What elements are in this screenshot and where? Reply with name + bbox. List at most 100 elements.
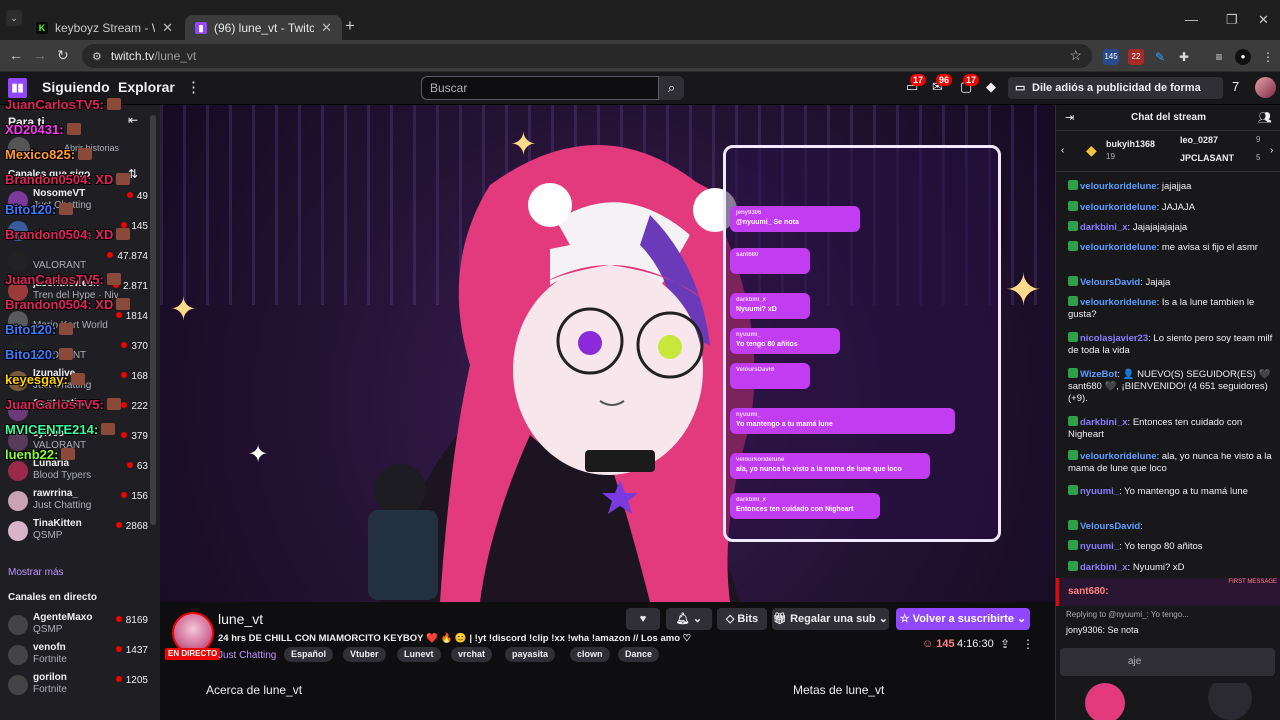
chat-username[interactable]: nyuumi_	[1080, 541, 1119, 552]
bubble-user: nyuumi_	[736, 332, 761, 338]
more-options-icon[interactable]: ⋮	[1022, 637, 1034, 651]
chat-input[interactable]: aje	[1060, 648, 1275, 676]
chat-username[interactable]: WizeBot	[1080, 369, 1117, 380]
sort-icon[interactable]: ⇅	[128, 167, 138, 181]
browser-menu-icon[interactable]: ⋮	[1260, 49, 1276, 65]
twitch-logo-icon[interactable]: ▮▮	[8, 78, 27, 98]
leaderboard-next-icon[interactable]: ›	[1270, 145, 1273, 156]
bits-button[interactable]: ◇ Bits	[717, 608, 767, 630]
media-control-icon[interactable]: ≡	[1211, 49, 1227, 65]
share-icon[interactable]: ⇪	[1000, 637, 1010, 651]
turbo-promo-button[interactable]: ▭Dile adiós a publicidad de forma gratui…	[1008, 77, 1223, 116]
site-info-icon[interactable]: ⚙	[92, 50, 102, 63]
profile-avatar-icon[interactable]: ●	[1235, 49, 1251, 65]
browser-tab-keyboyz[interactable]: K keyboyz Stream - Watch Liv ✕	[26, 15, 183, 40]
open-stories-link[interactable]: Abrir historias	[64, 143, 119, 153]
bookmark-star-icon[interactable]: ☆	[1069, 47, 1082, 64]
search-icon[interactable]: ⌕	[659, 76, 684, 100]
followed-channel[interactable]: Izunalive Just Chatting 168	[0, 367, 150, 395]
channel-viewers: 379	[121, 431, 148, 442]
chat-message: velourkoridelune: Is a la lune tambien l…	[1068, 296, 1255, 320]
chat-username[interactable]: darkbini_x	[1080, 417, 1128, 428]
stream-category-link[interactable]: Just Chatting	[218, 650, 276, 661]
extension-icon[interactable]: ✎	[1152, 49, 1168, 65]
chat-message: nicolasjavier23: Lo siento pero soy team…	[1068, 332, 1273, 356]
stream-tag[interactable]: Vtuber	[343, 647, 386, 662]
chat-username[interactable]: velourkoridelune	[1080, 242, 1157, 253]
close-tab-icon[interactable]: ✕	[321, 20, 332, 36]
chat-username[interactable]: nicolasjavier23	[1080, 333, 1148, 344]
minimize-icon[interactable]: —	[1185, 12, 1198, 27]
live-channel[interactable]: venofn Fortnite 1437	[0, 641, 150, 669]
chat-username[interactable]: darkbini_x	[1080, 222, 1128, 233]
chat-username[interactable]: VeloursDavid	[1080, 521, 1140, 532]
chat-username[interactable]: VeloursDavid	[1080, 277, 1140, 288]
reload-icon[interactable]: ↻	[57, 47, 69, 64]
chat-username[interactable]: nyuumi_	[1080, 486, 1119, 497]
followed-channel[interactable]: rawrrina_ Just Chatting 156	[0, 487, 150, 515]
followed-channel[interactable]: jasontheween Tren del Hype · Nive 2.871	[0, 277, 150, 305]
followed-channel[interactable]: VALORANT 370	[0, 337, 150, 365]
followed-channel[interactable]: Conterstine 222	[0, 397, 150, 425]
chat-username[interactable]: velourkoridelune	[1080, 181, 1157, 192]
user-avatar[interactable]	[1255, 77, 1276, 98]
bits-icon[interactable]: ◆	[986, 79, 996, 95]
channel-name[interactable]: lune_vt	[218, 611, 263, 627]
video-player[interactable]: ✦ ✦ ✦ ✦ jeny9306 @nyuumi_ Se nota sant680 d…	[160, 105, 1055, 602]
followed-channel[interactable]: Mario Kart World 1814	[0, 307, 150, 335]
followed-channel[interactable]: Just Chatting 145	[0, 217, 150, 245]
stream-tag[interactable]: clown	[570, 647, 610, 662]
stream-tag[interactable]: Español	[284, 647, 334, 662]
followed-channel[interactable]: Lunaria Blood Typers 63	[0, 457, 150, 485]
leaderboard-prev-icon[interactable]: ‹	[1061, 145, 1064, 156]
close-tab-icon[interactable]: ✕	[162, 20, 173, 36]
stream-tag[interactable]: Dance	[618, 647, 660, 662]
community-icon[interactable]: 👥︎	[1258, 111, 1272, 124]
nav-browse-link[interactable]: Explorar	[118, 79, 175, 95]
live-channel[interactable]: AgenteMaxo QSMP 8169	[0, 611, 150, 639]
channel-game: Fortnite	[33, 654, 67, 665]
resubscribe-button[interactable]: ☆ Volver a suscribirte ⌄	[896, 608, 1030, 630]
browser-tab-lune-vt[interactable]: ▮ (96) lune_vt - Twitch ✕	[185, 15, 342, 40]
followed-channel[interactable]: NosomeVT Just Chatting 49	[0, 187, 150, 215]
gift-sub-button[interactable]: 🎁︎ Regalar una sub ⌄	[772, 608, 889, 630]
extensions-puzzle-icon[interactable]: ✚	[1176, 49, 1192, 65]
stories-avatar[interactable]	[8, 137, 30, 159]
notifications-button[interactable]: 🔔︎ ⌄	[666, 608, 712, 630]
extension-icon[interactable]: 145	[1103, 49, 1119, 65]
chat-username[interactable]: velourkoridelune	[1080, 297, 1157, 308]
live-channel[interactable]: gorilon Fortnite 1205	[0, 671, 150, 699]
nav-following-link[interactable]: Siguiendo	[42, 79, 110, 95]
chat-message: VeloursDavid:	[1068, 520, 1273, 533]
chat-username[interactable]: darkbini_x	[1080, 562, 1128, 573]
search-input[interactable]: Buscar	[421, 76, 659, 100]
maximize-icon[interactable]: ❐	[1226, 12, 1238, 28]
address-bar[interactable]: ⚙ twitch.tv/lune_vt ☆	[82, 44, 1092, 68]
live-badge: EN DIRECTO	[165, 648, 221, 660]
channel-avatar	[8, 281, 28, 301]
back-icon[interactable]: ←	[9, 47, 23, 63]
followed-channel[interactable]: VALORANT 47.874	[0, 247, 150, 275]
more-menu-icon[interactable]: ⋮	[186, 78, 201, 96]
channel-game: Fortnite	[33, 684, 67, 695]
extension-icon[interactable]: 22	[1128, 49, 1144, 65]
new-tab-button[interactable]: +	[345, 16, 355, 36]
chat-username[interactable]: velourkoridelune	[1080, 451, 1157, 462]
followed-channel[interactable]: TinaKitten QSMP 2868	[0, 517, 150, 545]
stream-tag[interactable]: payasita	[505, 647, 556, 662]
followed-channel[interactable]: sylveo VALORANT 379	[0, 427, 150, 455]
chat-username[interactable]: velourkoridelune	[1080, 202, 1157, 213]
extension-badge: 22	[1131, 52, 1141, 61]
tab-search-button[interactable]: ⌄	[6, 10, 22, 26]
chat-message: velourkoridelune: me avisa si fijo el as…	[1068, 241, 1273, 254]
show-more-link[interactable]: Mostrar más	[8, 567, 64, 578]
forward-icon[interactable]: →	[33, 47, 47, 63]
stream-chat-overlay-panel: jeny9306 @nyuumi_ Se nota sant680 darkbini_…	[723, 145, 1001, 542]
turbo-icon[interactable]: 7	[1232, 79, 1239, 94]
sidebar-scrollbar[interactable]	[150, 115, 156, 525]
collapse-sidebar-icon[interactable]: ⇤	[128, 113, 138, 127]
follow-heart-button[interactable]: ♥	[626, 608, 660, 630]
stream-tag[interactable]: vrchat	[451, 647, 493, 662]
close-window-icon[interactable]: ✕	[1258, 12, 1269, 28]
stream-tag[interactable]: Lunevt	[397, 647, 441, 662]
